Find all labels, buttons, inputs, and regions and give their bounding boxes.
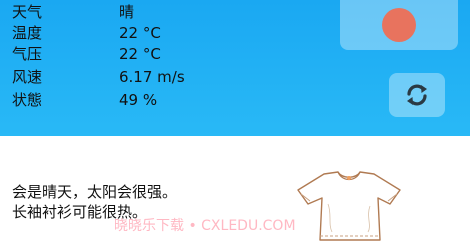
temperature-label: 温度 [12,24,43,42]
weather-panel: 天气 晴 温度 22 °C 气压 22 °C 风速 6.17 m/s 状態 49… [0,0,470,136]
watermark: 晓晓乐下载 • CXLEDU.COM [114,218,296,234]
wind-speed-label: 风速 [12,68,43,86]
wind-speed-value: 6.17 m/s [119,68,185,86]
refresh-button[interactable] [389,73,445,117]
weather-value: 晴 [119,3,135,21]
temperature-value: 22 °C [119,24,161,42]
weather-label: 天气 [12,3,43,21]
status-indicator-dot [382,8,416,42]
indicator-card [340,0,458,50]
status-value: 49 % [119,91,158,109]
status-label: 状態 [12,91,43,109]
pressure-value: 22 °C [119,45,161,63]
weather-row: 天气 晴 [12,2,232,22]
t-shirt-icon [297,171,401,241]
wind-speed-row: 风速 6.17 m/s [12,67,232,87]
clothing-advice-line-1: 会是晴天，太阳会很强。 [12,183,178,201]
pressure-label: 气压 [12,45,43,63]
pressure-row: 气压 22 °C [12,44,232,64]
status-row: 状態 49 % [12,90,232,110]
refresh-icon [407,84,427,106]
temperature-row: 温度 22 °C [12,23,232,43]
